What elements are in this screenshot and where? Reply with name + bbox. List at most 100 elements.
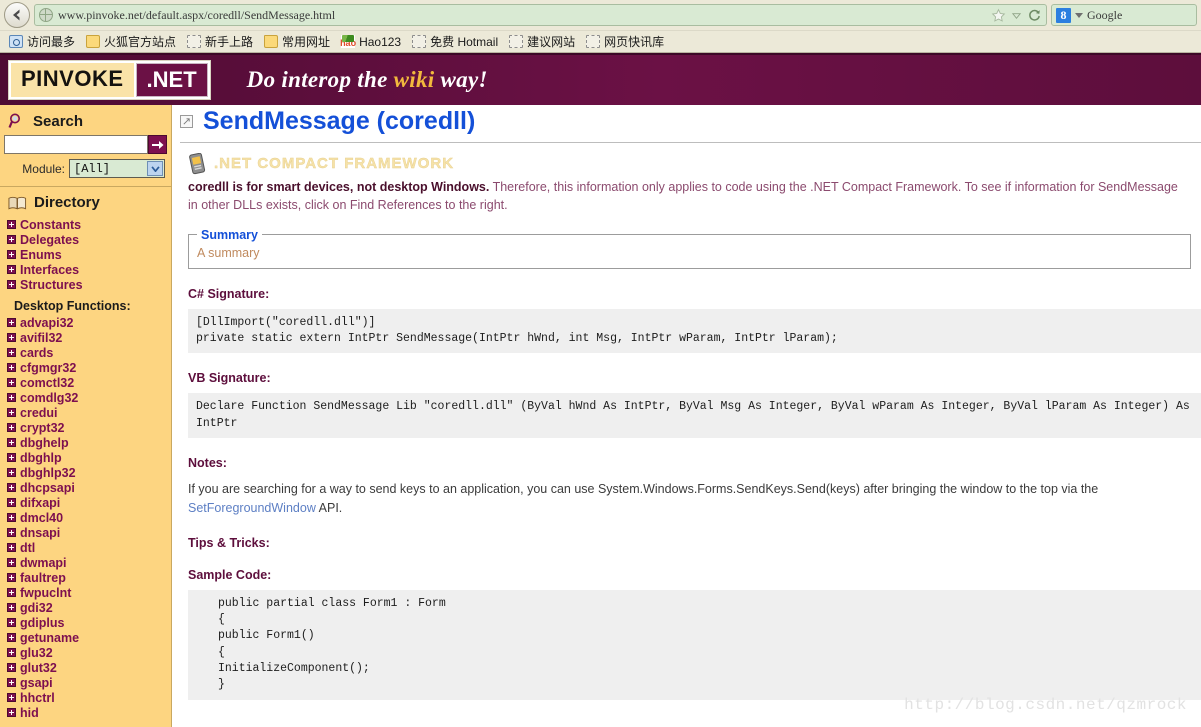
expand-plus-icon[interactable] [7,333,16,342]
directory-item-interfaces[interactable]: Interfaces [0,262,171,277]
expand-plus-icon[interactable] [7,558,16,567]
main-content: SendMessage (coredll) .NET COMPACT FRAME… [172,105,1201,727]
desktop-function-item[interactable]: gdi32 [0,600,171,615]
bookmark-item[interactable]: 新手上路 [183,32,257,51]
desktop-function-item[interactable]: dmcl40 [0,510,171,525]
expand-plus-icon[interactable] [7,378,16,387]
chevron-down-icon [147,161,163,176]
module-select[interactable]: [All] [69,159,165,178]
directory-item-structures[interactable]: Structures [0,277,171,292]
expand-plus-icon[interactable] [7,513,16,522]
expand-plus-icon[interactable] [7,250,16,259]
expand-plus-icon[interactable] [7,483,16,492]
expand-plus-icon[interactable] [7,220,16,229]
desktop-function-item[interactable]: advapi32 [0,315,171,330]
desktop-function-item[interactable]: hid [0,705,171,720]
back-button[interactable] [4,2,30,28]
setforegroundwindow-link[interactable]: SetForegroundWindow [188,501,316,515]
magnifier-icon [8,113,20,128]
directory-item-label: Constants [20,217,82,232]
desktop-function-item[interactable]: dnsapi [0,525,171,540]
search-input[interactable] [4,135,149,154]
desktop-function-item[interactable]: comctl32 [0,375,171,390]
vb-signature-code[interactable]: Declare Function SendMessage Lib "coredl… [188,393,1201,439]
url-text: www.pinvoke.net/default.aspx/coredll/Sen… [58,7,336,22]
address-dropdown-icon[interactable] [1011,10,1022,21]
desktop-function-item[interactable]: faultrep [0,570,171,585]
desktop-function-item[interactable]: gsapi [0,675,171,690]
desktop-function-item[interactable]: gdiplus [0,615,171,630]
desktop-function-item[interactable]: dhcpsapi [0,480,171,495]
expand-plus-icon[interactable] [7,438,16,447]
desktop-function-item[interactable]: cfgmgr32 [0,360,171,375]
expand-plus-icon[interactable] [7,678,16,687]
expand-plus-icon[interactable] [7,693,16,702]
expand-plus-icon[interactable] [7,588,16,597]
desktop-function-item[interactable]: getuname [0,630,171,645]
reload-icon[interactable] [1027,8,1042,23]
desktop-function-item[interactable]: avifil32 [0,330,171,345]
module-selected-value: [All] [74,161,111,176]
expand-plus-icon[interactable] [7,573,16,582]
expand-plus-icon[interactable] [7,453,16,462]
expand-plus-icon[interactable] [7,543,16,552]
bookmark-item[interactable]: 免费 Hotmail [408,32,502,51]
expand-plus-icon[interactable] [7,603,16,612]
search-engine-chevron-icon[interactable] [1075,12,1083,18]
sample-code-block[interactable]: public partial class Form1 : Form { publ… [188,589,1201,700]
expand-plus-icon[interactable] [7,280,16,289]
expand-plus-icon[interactable] [7,318,16,327]
desktop-function-label: dhcpsapi [20,480,75,495]
bookmark-item[interactable]: 访问最多 [5,32,79,51]
desktop-function-item[interactable]: dwmapi [0,555,171,570]
desktop-function-item[interactable]: cards [0,345,171,360]
address-bar[interactable]: www.pinvoke.net/default.aspx/coredll/Sen… [34,4,1047,26]
expand-plus-icon[interactable] [7,265,16,274]
directory-item-delegates[interactable]: Delegates [0,232,171,247]
expand-plus-icon[interactable] [7,708,16,717]
csharp-signature-code[interactable]: [DllImport("coredll.dll")] private stati… [188,308,1201,354]
summary-text[interactable]: A summary [197,246,1182,260]
expand-plus-icon[interactable] [7,618,16,627]
expand-plus-icon[interactable] [7,648,16,657]
desktop-function-item[interactable]: hhctrl [0,690,171,705]
bookmark-star-icon[interactable] [991,8,1006,23]
dashed-page-icon [412,35,427,48]
desktop-function-item[interactable]: glut32 [0,660,171,675]
expand-plus-icon[interactable] [7,408,16,417]
expand-plus-icon[interactable] [7,498,16,507]
expand-plus-icon[interactable] [7,663,16,672]
desktop-function-label: dbghlp [20,450,62,465]
search-submit-button[interactable] [148,135,167,154]
bookmark-item[interactable]: 火狐官方站点 [82,32,180,51]
expand-plus-icon[interactable] [7,423,16,432]
desktop-function-item[interactable]: fwpuclnt [0,585,171,600]
bookmark-item[interactable]: 常用网址 [260,32,334,51]
tips-and-tricks-label: Tips & Tricks: [188,535,270,550]
expand-plus-icon[interactable] [7,348,16,357]
desktop-function-item[interactable]: dbghelp [0,435,171,450]
desktop-function-item[interactable]: credui [0,405,171,420]
directory-item-enums[interactable]: Enums [0,247,171,262]
bookmark-item[interactable]: hao Hao123 [337,34,405,50]
browser-search-box[interactable]: 8 Google [1051,4,1197,26]
desktop-function-item[interactable]: dbghlp [0,450,171,465]
desktop-function-label: dnsapi [20,525,61,540]
desktop-function-item[interactable]: crypt32 [0,420,171,435]
directory-item-constants[interactable]: Constants [0,217,171,232]
bookmark-label: 新手上路 [205,35,254,49]
desktop-function-item[interactable]: dbghlp32 [0,465,171,480]
desktop-function-item[interactable]: comdlg32 [0,390,171,405]
desktop-function-item[interactable]: dtl [0,540,171,555]
site-logo[interactable]: PINVOKE .NET [8,60,211,100]
desktop-function-item[interactable]: glu32 [0,645,171,660]
expand-plus-icon[interactable] [7,468,16,477]
bookmark-item[interactable]: 网页快讯库 [582,32,668,51]
expand-plus-icon[interactable] [7,633,16,642]
expand-plus-icon[interactable] [7,235,16,244]
expand-plus-icon[interactable] [7,528,16,537]
bookmark-item[interactable]: 建议网站 [505,32,579,51]
expand-plus-icon[interactable] [7,363,16,372]
expand-plus-icon[interactable] [7,393,16,402]
desktop-function-item[interactable]: difxapi [0,495,171,510]
